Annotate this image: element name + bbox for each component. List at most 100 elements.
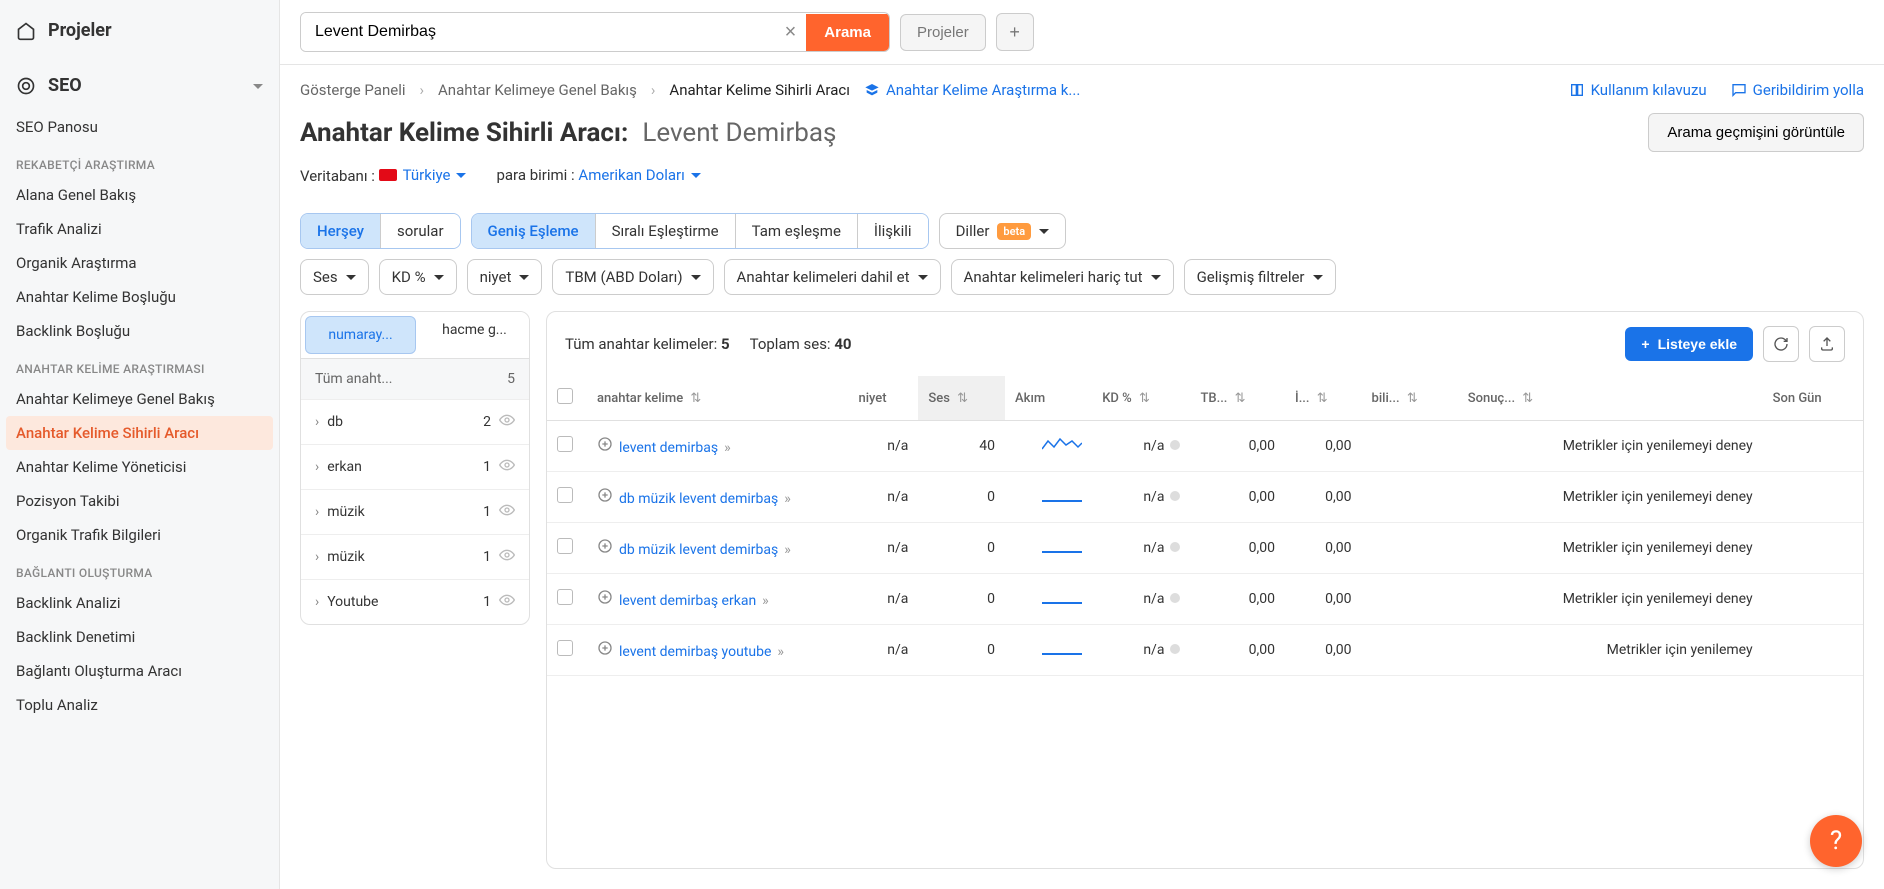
- groups-header[interactable]: Tüm anaht... 5: [301, 359, 529, 399]
- chevron-down-icon: [346, 268, 356, 286]
- filter-exclude-keywords[interactable]: Anahtar kelimeleri hariç tut: [951, 259, 1174, 295]
- expand-icon[interactable]: [597, 440, 613, 456]
- row-checkbox[interactable]: [557, 487, 573, 503]
- sidebar-projects-header[interactable]: Projeler: [0, 0, 279, 61]
- sidebar-item-keyword-magic[interactable]: Anahtar Kelime Sihirli Aracı: [6, 416, 273, 450]
- sidebar-item-organic-research[interactable]: Organik Araştırma: [0, 246, 279, 280]
- row-checkbox[interactable]: [557, 436, 573, 452]
- sort-icon: ⇅: [1407, 391, 1418, 406]
- keyword-link[interactable]: db müzik levent demirbaş »: [619, 491, 791, 507]
- group-item[interactable]: ›erkan1: [301, 444, 529, 489]
- col-intent[interactable]: niyet: [848, 376, 918, 421]
- sidebar-item-bulk-analysis[interactable]: Toplu Analiz: [0, 688, 279, 722]
- filter-kd[interactable]: KD %: [379, 259, 457, 295]
- eye-icon[interactable]: [499, 547, 515, 567]
- table-scroll[interactable]: anahtar kelime ⇅ niyet Ses ⇅ Akım KD % ⇅…: [547, 376, 1863, 868]
- eye-icon[interactable]: [499, 412, 515, 432]
- languages-label: Diller: [956, 222, 990, 240]
- crumb-keyword-overview[interactable]: Anahtar Kelimeye Genel Bakış: [438, 81, 637, 99]
- filter-include-keywords[interactable]: Anahtar kelimeleri dahil et: [724, 259, 941, 295]
- eye-icon[interactable]: [499, 592, 515, 612]
- currency-selector[interactable]: Amerikan Doları: [578, 166, 700, 184]
- pill-related[interactable]: İlişkili: [858, 214, 928, 248]
- pill-questions[interactable]: sorular: [381, 214, 460, 248]
- research-course-link[interactable]: Anahtar Kelime Araştırma k...: [864, 81, 1080, 99]
- meta-row: Veritabanı : Türkiye para birimi : Ameri…: [280, 162, 1884, 203]
- user-guide-link[interactable]: Kullanım kılavuzu: [1569, 81, 1707, 99]
- col-cpc[interactable]: TB... ⇅: [1190, 376, 1285, 421]
- tab-by-volume[interactable]: hacme g...: [420, 312, 529, 358]
- sidebar-item-organic-traffic[interactable]: Organik Trafik Bilgileri: [0, 518, 279, 552]
- pill-exact-match[interactable]: Tam eşleşme: [736, 214, 858, 248]
- keyword-link[interactable]: levent demirbaş youtube »: [619, 644, 784, 660]
- sidebar-item-backlink-audit[interactable]: Backlink Denetimi: [0, 620, 279, 654]
- sidebar-item-domain-overview[interactable]: Alana Genel Bakış: [0, 178, 279, 212]
- sidebar-item-link-building-tool[interactable]: Bağlantı Oluşturma Aracı: [0, 654, 279, 688]
- col-kd[interactable]: KD % ⇅: [1092, 376, 1190, 421]
- eye-icon[interactable]: [499, 457, 515, 477]
- expand-icon[interactable]: [597, 593, 613, 609]
- pill-phrase-match[interactable]: Sıralı Eşleştirme: [596, 214, 736, 248]
- table-header-bar: Tüm anahtar kelimeler: 5 Toplam ses: 40 …: [547, 312, 1863, 376]
- add-project-button[interactable]: +: [996, 13, 1034, 51]
- add-to-list-button[interactable]: + Listeye ekle: [1625, 327, 1753, 361]
- keyword-link[interactable]: levent demirbaş erkan »: [619, 593, 769, 609]
- title-row: Anahtar Kelime Sihirli Aracı: Levent Dem…: [280, 103, 1884, 162]
- sidebar-item-keyword-manager[interactable]: Anahtar Kelime Yöneticisi: [0, 450, 279, 484]
- pill-all[interactable]: Herşey: [301, 214, 381, 248]
- search-button[interactable]: Arama: [806, 14, 889, 51]
- group-item[interactable]: ›db2: [301, 399, 529, 444]
- sidebar-item-seo-panosu[interactable]: SEO Panosu: [0, 110, 279, 144]
- sidebar-item-backlink-analytics[interactable]: Backlink Analizi: [0, 586, 279, 620]
- pill-group-match-type: Geniş Eşleme Sıralı Eşleştirme Tam eşleş…: [471, 213, 929, 249]
- row-checkbox[interactable]: [557, 589, 573, 605]
- search-input[interactable]: [301, 13, 775, 51]
- group-item[interactable]: ›Youtube1: [301, 579, 529, 624]
- sidebar-item-backlink-gap[interactable]: Backlink Boşluğu: [0, 314, 279, 348]
- search-history-button[interactable]: Arama geçmişini görüntüle: [1648, 113, 1864, 152]
- expand-icon[interactable]: [597, 644, 613, 660]
- sidebar-item-traffic-analysis[interactable]: Trafik Analizi: [0, 212, 279, 246]
- projects-button[interactable]: Projeler: [900, 14, 986, 51]
- row-checkbox[interactable]: [557, 538, 573, 554]
- expand-icon[interactable]: [597, 491, 613, 507]
- expand-icon[interactable]: [597, 542, 613, 558]
- pill-broad-match[interactable]: Geniş Eşleme: [472, 214, 596, 248]
- col-keyword[interactable]: anahtar kelime ⇅: [587, 376, 848, 421]
- database-label: Veritabanı :: [300, 167, 375, 185]
- keyword-link[interactable]: db müzik levent demirbaş »: [619, 542, 791, 558]
- languages-filter[interactable]: Diller beta: [939, 213, 1067, 249]
- col-volume[interactable]: Ses ⇅: [918, 376, 1005, 421]
- select-all-checkbox[interactable]: [557, 388, 573, 404]
- database-selector[interactable]: Türkiye: [379, 166, 467, 184]
- feedback-link[interactable]: Geribildirim yolla: [1731, 81, 1864, 99]
- sidebar-item-keyword-gap[interactable]: Anahtar Kelime Boşluğu: [0, 280, 279, 314]
- group-label-competitive: REKABETÇİ ARAŞTIRMA: [0, 144, 279, 178]
- search-clear-button[interactable]: ×: [775, 21, 807, 44]
- sidebar-seo-header[interactable]: SEO: [0, 61, 279, 110]
- filter-advanced[interactable]: Gelişmiş filtreler: [1184, 259, 1336, 295]
- cell-volume: 0: [918, 574, 1005, 625]
- col-trend[interactable]: Akım: [1005, 376, 1092, 421]
- group-item[interactable]: ›müzik1: [301, 489, 529, 534]
- sidebar-item-keyword-overview[interactable]: Anahtar Kelimeye Genel Bakış: [0, 382, 279, 416]
- col-serp[interactable]: bili... ⇅: [1362, 376, 1458, 421]
- filter-volume[interactable]: Ses: [300, 259, 369, 295]
- filter-cpc[interactable]: TBM (ABD Doları): [552, 259, 713, 295]
- filter-intent[interactable]: niyet: [467, 259, 543, 295]
- tab-by-number[interactable]: numaray...: [305, 316, 416, 354]
- export-button[interactable]: [1809, 326, 1845, 362]
- chevron-down-icon: [1313, 268, 1323, 286]
- sidebar-item-position-tracking[interactable]: Pozisyon Takibi: [0, 484, 279, 518]
- crumb-dashboard[interactable]: Gösterge Paneli: [300, 81, 406, 99]
- group-item[interactable]: ›müzik1: [301, 534, 529, 579]
- groups-tabs: numaray... hacme g...: [301, 312, 529, 359]
- eye-icon[interactable]: [499, 502, 515, 522]
- keyword-link[interactable]: levent demirbaş »: [619, 440, 731, 456]
- row-checkbox[interactable]: [557, 640, 573, 656]
- col-updated[interactable]: Son Gün: [1763, 376, 1863, 421]
- refresh-button[interactable]: [1763, 326, 1799, 362]
- col-comp[interactable]: İ... ⇅: [1285, 376, 1362, 421]
- help-button[interactable]: ?: [1810, 815, 1862, 867]
- col-results[interactable]: Sonuç... ⇅: [1458, 376, 1763, 421]
